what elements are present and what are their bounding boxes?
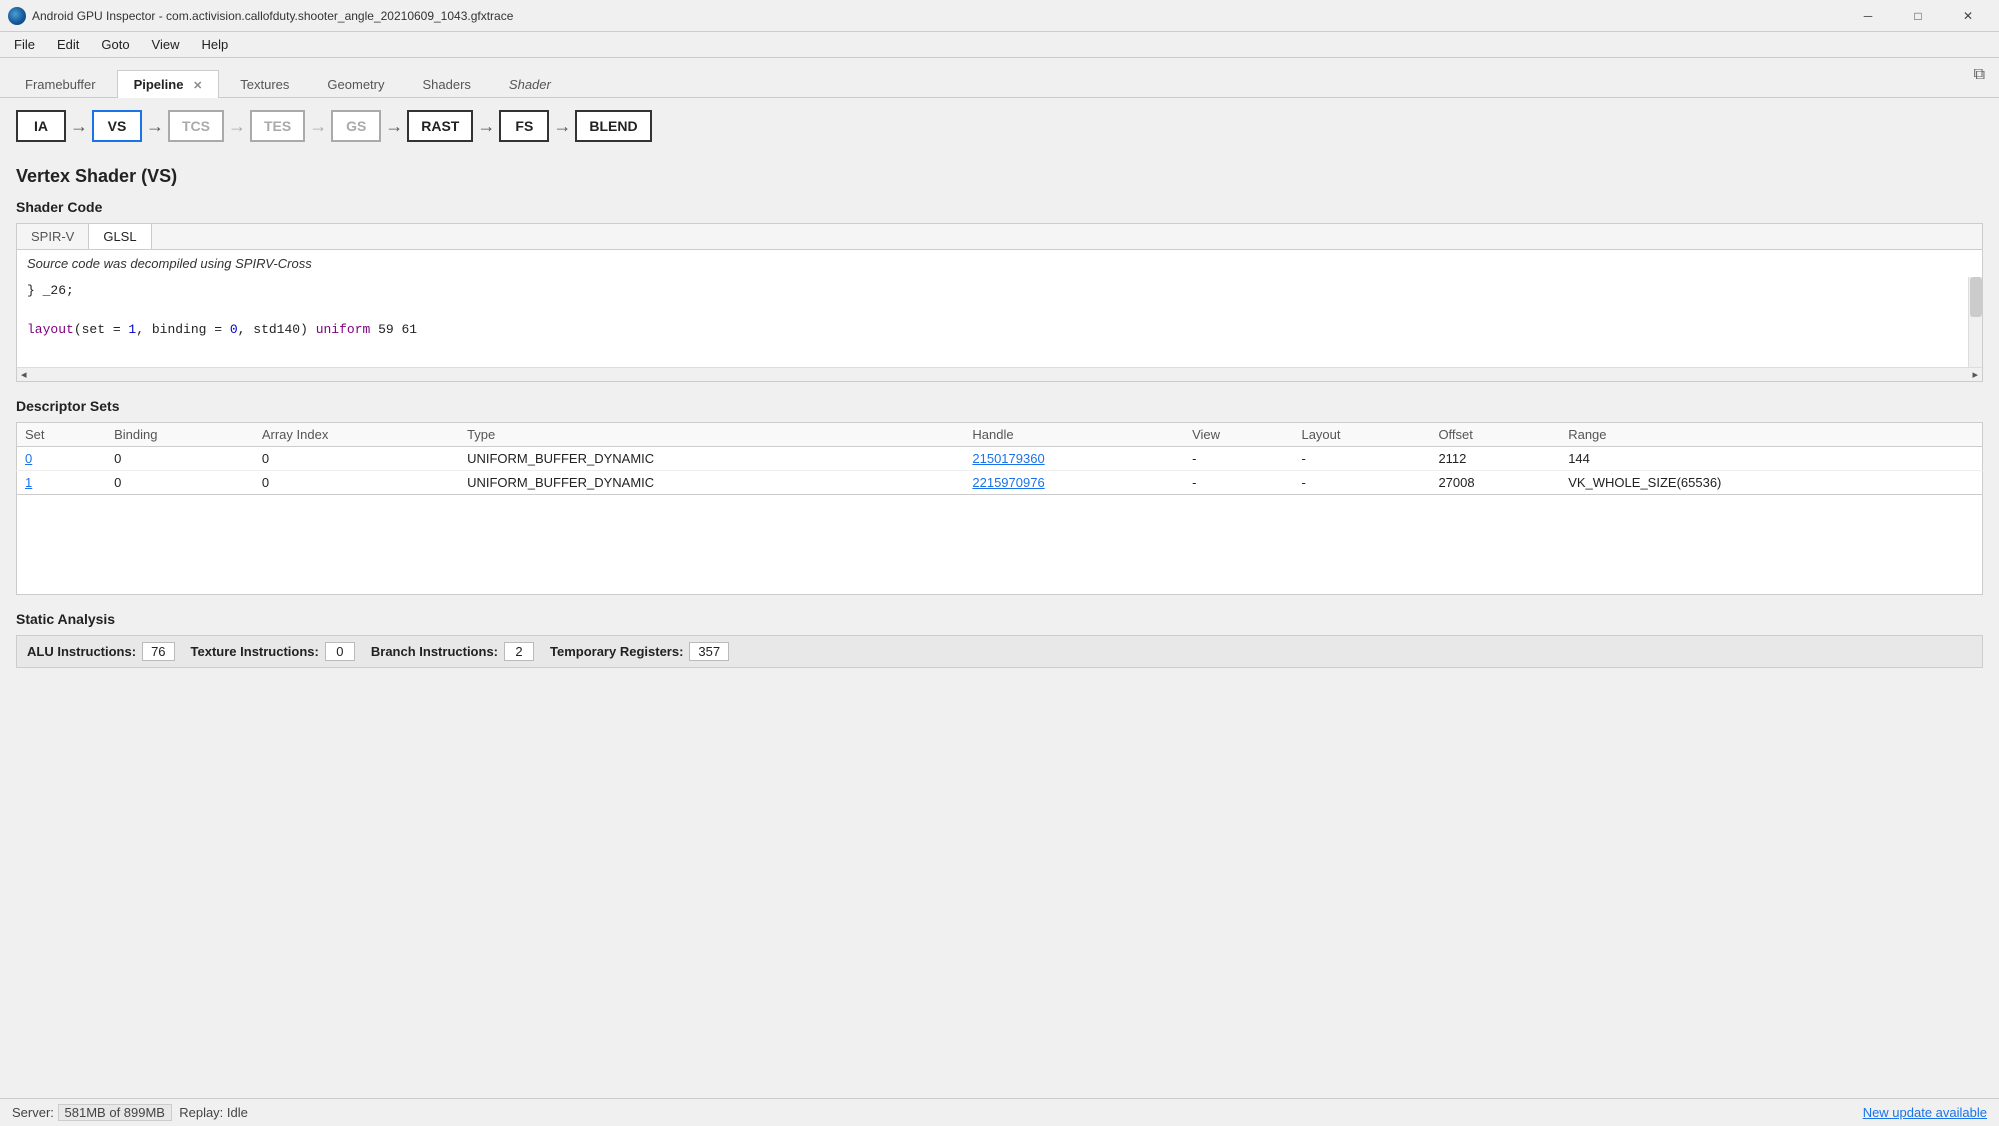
table-row: 000UNIFORM_BUFFER_DYNAMIC2150179360--211… (17, 447, 1983, 471)
menu-item-goto[interactable]: Goto (91, 35, 139, 54)
menu-item-help[interactable]: Help (192, 35, 239, 54)
shader-scrollbar-y[interactable] (1968, 277, 1982, 367)
title-bar-text: Android GPU Inspector - com.activision.c… (32, 9, 1845, 23)
code-line-1: } _26; (27, 281, 1972, 301)
stat-value: 0 (325, 642, 355, 661)
shader-code-label: Shader Code (16, 199, 1983, 215)
tab-shader[interactable]: Shader (492, 70, 568, 98)
pipeline-area: IA → VS → TCS → TES → GS → (0, 98, 1999, 154)
expand-button[interactable]: ⧉ (1968, 64, 1991, 86)
descriptor-empty-area (16, 495, 1983, 595)
stat-value: 76 (142, 642, 174, 661)
shader-code-info: Source code was decompiled using SPIRV-C… (17, 250, 1982, 277)
stat-label: Branch Instructions: (371, 644, 498, 659)
descriptor-sets-table: Set Binding Array Index Type Handle View… (16, 422, 1983, 495)
handle-link[interactable]: 2215970976 (972, 475, 1044, 490)
vertex-shader-title: Vertex Shader (VS) (16, 166, 1983, 187)
col-offset: Offset (1430, 423, 1560, 447)
status-bar: Server: 581MB of 899MB Replay: Idle New … (0, 1098, 1999, 1126)
descriptor-sets-section: Descriptor Sets Set Binding Array Index … (16, 398, 1983, 595)
tab-pipeline[interactable]: Pipeline ✕ (117, 70, 220, 98)
stat-item: Branch Instructions: 2 (371, 642, 534, 661)
shader-code-panel: SPIR-V GLSL Source code was decompiled u… (16, 223, 1983, 382)
close-button[interactable]: ✕ (1945, 2, 1991, 30)
arrow-tes-gs: → (309, 116, 327, 137)
tab-pipeline-close[interactable]: ✕ (193, 80, 202, 92)
status-bar-right: New update available (1863, 1105, 1987, 1120)
tab-geometry[interactable]: Geometry (310, 70, 401, 98)
pipeline-node-fs[interactable]: FS (499, 110, 549, 142)
main-content: Framebuffer Pipeline ✕ Textures Geometry… (0, 58, 1999, 1098)
stat-item: Texture Instructions: 0 (191, 642, 355, 661)
arrow-fs-blend: → (553, 116, 571, 137)
stat-item: ALU Instructions: 76 (27, 642, 175, 661)
col-layout: Layout (1293, 423, 1430, 447)
update-link[interactable]: New update available (1863, 1105, 1987, 1120)
pipeline-node-ia[interactable]: IA (16, 110, 66, 142)
tab-framebuffer[interactable]: Framebuffer (8, 70, 113, 98)
arrow-rast-fs: → (477, 116, 495, 137)
col-range: Range (1560, 423, 1982, 447)
handle-link[interactable]: 2150179360 (972, 451, 1044, 466)
code-line-3: layout(set = 1, binding = 0, std140) uni… (27, 320, 1972, 340)
stat-value: 357 (689, 642, 729, 661)
code-line-2 (27, 301, 1972, 321)
static-analysis-section: Static Analysis ALU Instructions: 76 Tex… (16, 611, 1983, 668)
stat-label: ALU Instructions: (27, 644, 136, 659)
tab-spirv[interactable]: SPIR-V (17, 224, 88, 249)
app-icon (8, 7, 26, 25)
shader-code-body[interactable]: } _26; layout(set = 1, binding = 0, std1… (17, 277, 1982, 367)
pipeline-node-tcs[interactable]: TCS (168, 110, 224, 142)
scroll-right-arrow[interactable]: ▸ (1968, 368, 1982, 381)
table-row: 100UNIFORM_BUFFER_DYNAMIC2215970976--270… (17, 471, 1983, 495)
col-array-index: Array Index (254, 423, 459, 447)
server-value: 581MB of 899MB (58, 1104, 172, 1121)
title-bar: Android GPU Inspector - com.activision.c… (0, 0, 1999, 32)
col-type: Type (459, 423, 964, 447)
section-content: Vertex Shader (VS) Shader Code SPIR-V GL… (0, 154, 1999, 1098)
replay-value: Idle (227, 1105, 248, 1120)
col-handle: Handle (964, 423, 1184, 447)
replay-label: Replay: (179, 1105, 223, 1120)
tab-bar: Framebuffer Pipeline ✕ Textures Geometry… (0, 58, 1999, 98)
tab-glsl[interactable]: GLSL (88, 224, 151, 249)
pipeline-node-gs[interactable]: GS (331, 110, 381, 142)
maximize-button[interactable]: □ (1895, 2, 1941, 30)
tab-shaders[interactable]: Shaders (406, 70, 488, 98)
menu-item-edit[interactable]: Edit (47, 35, 89, 54)
shader-scrollbar-y-thumb[interactable] (1970, 277, 1982, 317)
pipeline-node-tes[interactable]: TES (250, 110, 305, 142)
pipeline-node-rast[interactable]: RAST (407, 110, 473, 142)
scroll-left-arrow[interactable]: ◂ (17, 368, 31, 381)
shader-scrollbar-x[interactable]: ◂ ▸ (17, 367, 1982, 381)
shader-tabs: SPIR-V GLSL (17, 224, 1982, 250)
arrow-tcs-tes: → (228, 116, 246, 137)
stat-label: Temporary Registers: (550, 644, 683, 659)
col-view: View (1184, 423, 1293, 447)
minimize-button[interactable]: ─ (1845, 2, 1891, 30)
stat-label: Texture Instructions: (191, 644, 319, 659)
arrow-gs-rast: → (385, 116, 403, 137)
shader-code-section: Shader Code SPIR-V GLSL Source code was … (16, 199, 1983, 382)
set-link[interactable]: 0 (25, 451, 32, 466)
stat-row: ALU Instructions: 76 Texture Instruction… (16, 635, 1983, 668)
set-link[interactable]: 1 (25, 475, 32, 490)
col-binding: Binding (106, 423, 254, 447)
stat-value: 2 (504, 642, 534, 661)
arrow-vs-tcs: → (146, 116, 164, 137)
stat-item: Temporary Registers: 357 (550, 642, 729, 661)
pipeline-node-vs[interactable]: VS (92, 110, 142, 142)
descriptor-sets-label: Descriptor Sets (16, 398, 1983, 414)
server-label: Server: (12, 1105, 54, 1120)
static-analysis-label: Static Analysis (16, 611, 1983, 627)
tab-textures[interactable]: Textures (223, 70, 306, 98)
menu-item-file[interactable]: File (4, 35, 45, 54)
menu-item-view[interactable]: View (142, 35, 190, 54)
pipeline-node-blend[interactable]: BLEND (575, 110, 651, 142)
arrow-ia-vs: → (70, 116, 88, 137)
title-bar-buttons: ─ □ ✕ (1845, 2, 1991, 30)
menu-bar: FileEditGotoViewHelp (0, 32, 1999, 58)
col-set: Set (17, 423, 107, 447)
pipeline-nodes: IA → VS → TCS → TES → GS → (16, 110, 1983, 142)
